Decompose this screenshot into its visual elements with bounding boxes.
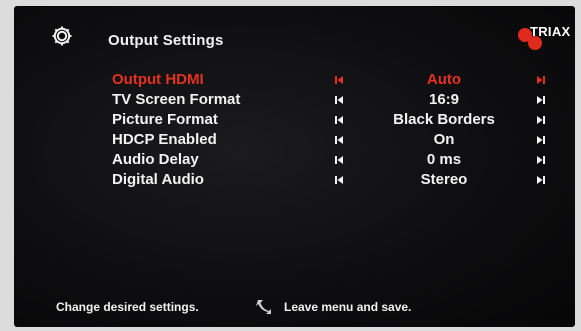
arrow-right-icon[interactable]: [536, 95, 546, 105]
setting-label: Digital Audio: [112, 171, 204, 188]
setting-row-picture-format[interactable]: Picture Format Black Borders: [14, 110, 575, 130]
arrow-right-icon[interactable]: [536, 115, 546, 125]
footer-hints: Change desired settings. Leave menu and …: [14, 296, 575, 320]
setting-row-tv-screen-format[interactable]: TV Screen Format 16:9: [14, 90, 575, 110]
setting-value[interactable]: 16:9: [364, 90, 524, 110]
tv-frame: Output Settings TRIAX Output HDMI Auto T…: [0, 0, 581, 331]
setting-row-audio-delay[interactable]: Audio Delay 0 ms: [14, 150, 575, 170]
gear-icon: [50, 24, 74, 48]
setting-label: Output HDMI: [112, 71, 204, 88]
brand-logo: TRIAX: [512, 20, 572, 54]
setting-label: HDCP Enabled: [112, 131, 217, 148]
leave-menu-hint: Leave menu and save.: [284, 300, 412, 314]
arrow-right-icon[interactable]: [536, 75, 546, 85]
arrow-right-icon[interactable]: [536, 155, 546, 165]
setting-row-hdcp-enabled[interactable]: HDCP Enabled On: [14, 130, 575, 150]
setting-value[interactable]: Auto: [364, 70, 524, 90]
arrow-left-icon[interactable]: [334, 115, 344, 125]
setting-value[interactable]: Stereo: [364, 170, 524, 190]
settings-list: Output HDMI Auto TV Screen Format 16:9 P…: [14, 70, 575, 190]
arrow-right-icon[interactable]: [536, 135, 546, 145]
arrow-left-icon[interactable]: [334, 75, 344, 85]
logo-text: TRIAX: [530, 24, 571, 39]
setting-value[interactable]: On: [364, 130, 524, 150]
change-settings-hint: Change desired settings.: [56, 300, 199, 314]
arrow-right-icon[interactable]: [536, 175, 546, 185]
setting-label: Audio Delay: [112, 151, 199, 168]
arrow-left-icon[interactable]: [334, 155, 344, 165]
setting-row-digital-audio[interactable]: Digital Audio Stereo: [14, 170, 575, 190]
setting-value[interactable]: 0 ms: [364, 150, 524, 170]
setting-label: Picture Format: [112, 111, 218, 128]
arrow-left-icon[interactable]: [334, 175, 344, 185]
setting-value[interactable]: Black Borders: [364, 110, 524, 130]
arrow-left-icon[interactable]: [334, 135, 344, 145]
arrow-left-icon[interactable]: [334, 95, 344, 105]
back-arrow-icon: [255, 298, 273, 316]
header: Output Settings TRIAX: [14, 6, 575, 66]
page-title: Output Settings: [108, 32, 224, 49]
setting-row-output-hdmi[interactable]: Output HDMI Auto: [14, 70, 575, 90]
settings-screen: Output Settings TRIAX Output HDMI Auto T…: [14, 6, 575, 327]
setting-label: TV Screen Format: [112, 91, 241, 108]
